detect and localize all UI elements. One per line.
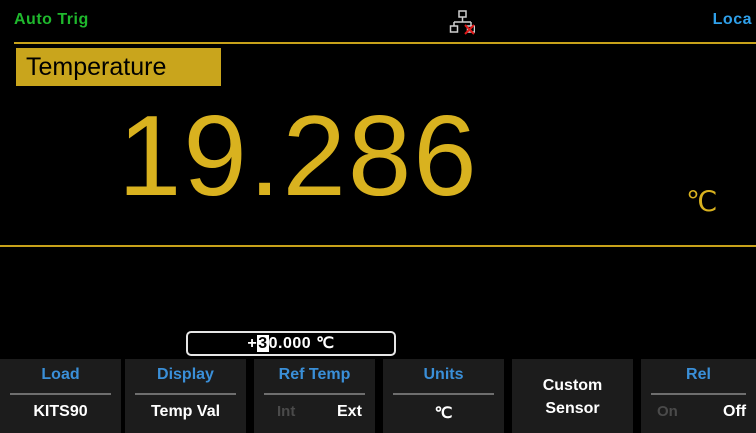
softkey-title: Load <box>41 366 80 383</box>
softkey-value: KITS90 <box>33 403 88 420</box>
softkey-title: Ref Temp <box>278 366 351 383</box>
network-disconnected-icon <box>449 10 475 35</box>
softkey-divider <box>393 393 494 395</box>
softkey-custom-sensor[interactable]: Custom Sensor <box>512 359 633 433</box>
main-reading: 19.286 <box>118 93 479 220</box>
edit-value-rest: 0.000 ℃ <box>268 335 335 352</box>
softkey-label: Custom Sensor <box>512 374 633 420</box>
softkey-value: Temp Val <box>150 403 221 420</box>
sign: + <box>247 335 258 352</box>
softkey-divider <box>10 393 111 395</box>
edit-cursor-digit[interactable]: 3 <box>257 335 269 352</box>
remote-local-label: Loca <box>712 11 752 28</box>
softkey-title: Rel <box>686 366 711 383</box>
softkey-divider <box>135 393 236 395</box>
function-label: Temperature <box>16 48 221 86</box>
status-bar: Auto Trig Loca <box>0 0 756 42</box>
softkey-value: ℃ <box>434 405 453 422</box>
trigger-mode-label: Auto Trig <box>14 11 89 28</box>
softkey-bar: Load KITS90 Display Temp Val Ref Temp In… <box>0 359 756 433</box>
softkey-divider <box>651 393 746 395</box>
softkey-label-line1: Custom <box>542 377 603 394</box>
softkey-title: Units <box>423 366 464 383</box>
softkey-title: Display <box>157 366 214 383</box>
softkey-option-ext: Ext <box>337 403 362 420</box>
reading-unit: ℃ <box>686 187 718 218</box>
softkey-option-int: Int <box>277 403 296 420</box>
softkey-option-off: Off <box>723 403 747 420</box>
reading-divider <box>0 245 756 247</box>
softkey-divider <box>264 393 365 395</box>
softkey-load[interactable]: Load KITS90 <box>0 359 121 433</box>
softkey-units[interactable]: Units ℃ <box>383 359 504 433</box>
softkey-label-line2: Sensor <box>545 400 600 417</box>
softkey-display[interactable]: Display Temp Val <box>125 359 246 433</box>
ref-temp-input[interactable]: +30.000 ℃ <box>186 331 396 356</box>
softkey-option-on: On <box>657 403 678 420</box>
status-divider <box>14 42 756 44</box>
softkey-rel[interactable]: Rel On Off <box>641 359 756 433</box>
softkey-ref-temp[interactable]: Ref Temp Int Ext <box>254 359 375 433</box>
